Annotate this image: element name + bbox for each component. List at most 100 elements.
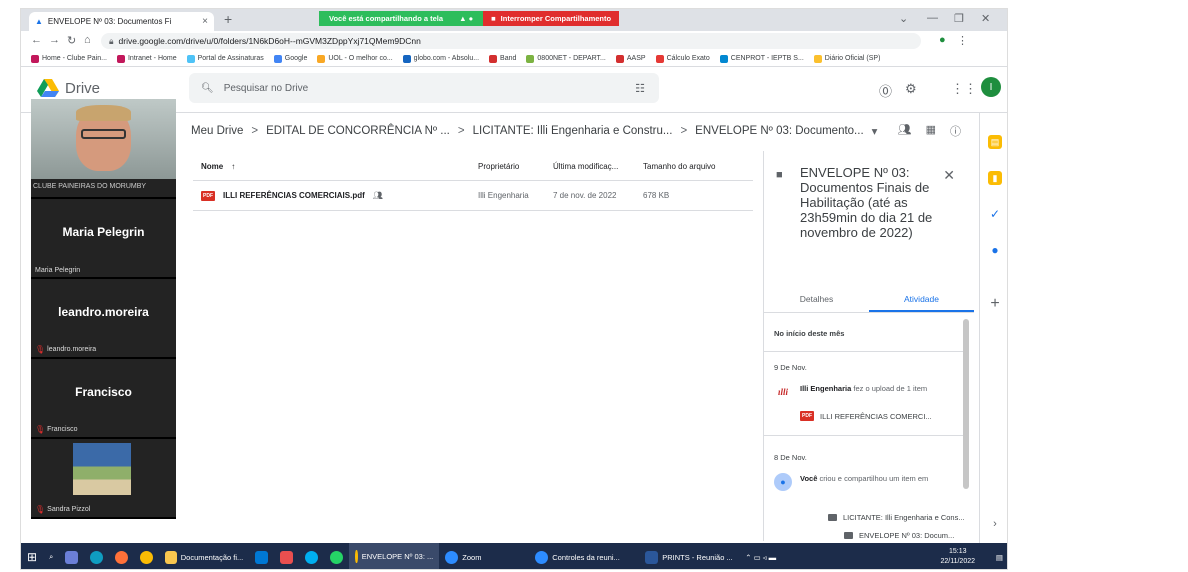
drive-logo[interactable]: Drive	[37, 79, 100, 97]
gear-icon[interactable]: ⚙	[905, 81, 917, 97]
bookmarks-bar: Home - Clube Pain... Intranet - Home Por…	[21, 51, 1007, 67]
close-icon[interactable]: ✕	[943, 167, 955, 184]
tasks-icon[interactable]: ✓	[988, 207, 1002, 221]
tab-details[interactable]: Detalhes	[764, 289, 869, 312]
participant-label: 🎙︎ Francisco	[35, 425, 78, 434]
reload-icon[interactable]: ↻	[67, 34, 76, 47]
bookmark[interactable]: UOL - O melhor co...	[317, 54, 393, 63]
file-size: 678 KB	[643, 191, 670, 200]
taskbar-item-active[interactable]: ENVELOPE Nº 03: ...	[349, 543, 440, 569]
stop-share-label: Interromper Compartilhamento	[500, 14, 612, 23]
activity-section-title: No início deste mês	[774, 329, 845, 338]
url-field[interactable]: 🔒︎ drive.google.com/drive/u/0/folders/1N…	[101, 33, 921, 49]
breadcrumb: Meu Drive > EDITAL DE CONCORRÊNCIA Nº ..…	[191, 119, 961, 143]
scrollbar[interactable]	[963, 319, 969, 489]
add-addon-icon[interactable]: +	[988, 295, 1002, 312]
zoom-participant-tile[interactable]: Maria Pelegrin Maria Pelegrin	[31, 199, 176, 279]
address-bar-row: ← → ↻ ⌂ 🔒︎ drive.google.com/drive/u/0/fo…	[21, 31, 1007, 51]
tab-title: ENVELOPE Nº 03: Documentos Fi	[47, 17, 172, 26]
restore-icon[interactable]: ❐	[954, 12, 964, 25]
contacts-icon[interactable]: ●	[988, 243, 1002, 257]
firefox-icon[interactable]	[109, 543, 134, 569]
mic-muted-icon: 🎙︎	[35, 345, 46, 354]
breadcrumb-item[interactable]: LICITANTE: Illi Engenharia e Constru...	[473, 125, 673, 137]
zoom-participant-tile[interactable]: Francisco 🎙︎ Francisco	[31, 359, 176, 439]
participant-photo	[73, 443, 131, 495]
grid-view-icon[interactable]: ▦	[926, 123, 936, 139]
edge-icon[interactable]	[84, 543, 109, 569]
table-row[interactable]: PDF ILLI REFERÊNCIAS COMERCIAIS.pdf 👥︎ Ill…	[193, 181, 753, 211]
shared-people-icon[interactable]: 👥︎	[898, 123, 912, 139]
breadcrumb-item[interactable]: EDITAL DE CONCORRÊNCIA Nº ...	[266, 125, 450, 137]
outlook-icon[interactable]	[249, 543, 274, 569]
help-icon[interactable]: ⓪	[879, 81, 892, 100]
search-options-icon[interactable]: ☷	[635, 82, 645, 95]
forward-icon[interactable]: →	[49, 34, 60, 46]
taskbar-item[interactable]: Documentação fi...	[159, 543, 249, 569]
tab-search-icon[interactable]: ⌄	[899, 12, 908, 25]
new-tab-button[interactable]: +	[224, 11, 232, 27]
activity-folder[interactable]: LICITANTE: Illi Engenharia e Cons...	[828, 513, 965, 522]
zoom-participant-tile[interactable]: leandro.moreira 🎙︎ leandro.moreira	[31, 279, 176, 359]
whatsapp-icon[interactable]	[324, 543, 349, 569]
activity-date: 8 De Nov.	[774, 453, 807, 462]
sort-up-icon[interactable]: ↑	[231, 162, 235, 171]
chevron-down-icon[interactable]: ▾	[872, 124, 878, 138]
participant-name: leandro.moreira	[58, 305, 149, 319]
zoom-participant-tile[interactable]: 🎙︎ Sandra Pizzol	[31, 439, 176, 519]
file-list: Nome ↑ Proprietário Última modificaç... T…	[193, 153, 753, 211]
divider	[764, 351, 964, 352]
taskbar-item[interactable]: Zoom	[439, 543, 529, 569]
activity-folder[interactable]: ENVELOPE Nº 03: Docum...	[844, 531, 954, 540]
search-icon[interactable]: ⌕	[43, 543, 59, 569]
activity-file[interactable]: PDF ILLI REFERÊNCIAS COMERCI...	[800, 411, 932, 421]
chevron-right-icon[interactable]: ›	[988, 517, 1002, 531]
info-icon[interactable]: ⓘ	[950, 123, 961, 139]
system-clock[interactable]: 15:13 22/11/2022	[940, 547, 975, 567]
taskbar-app[interactable]	[274, 543, 299, 569]
apps-grid-icon[interactable]: ⋮⋮	[951, 81, 977, 97]
zoom-video-tile[interactable]: CLUBE PAINEIRAS DO MORUMBY	[31, 99, 176, 199]
taskbar-item[interactable]: PRINTS - Reunião ...	[639, 543, 739, 569]
taskbar-item[interactable]: Controles da reuni...	[529, 543, 639, 569]
calendar-icon[interactable]: ▤	[988, 135, 1002, 149]
pdf-icon: PDF	[800, 411, 814, 421]
column-name[interactable]: Nome ↑	[193, 162, 478, 171]
file-name[interactable]: ILLI REFERÊNCIAS COMERCIAIS.pdf	[223, 191, 365, 200]
keep-icon[interactable]: ▮	[988, 171, 1002, 185]
bookmark[interactable]: AASP	[615, 54, 646, 63]
bookmark[interactable]: Intranet - Home	[116, 54, 177, 63]
skype-icon[interactable]	[299, 543, 324, 569]
bookmark[interactable]: Google	[273, 54, 307, 63]
bookmark[interactable]: Diário Oficial (SP)	[813, 54, 880, 63]
bookmark[interactable]: Portal de Assinaturas	[186, 54, 264, 63]
back-icon[interactable]: ←	[31, 34, 42, 46]
minimize-icon[interactable]: —	[927, 12, 938, 24]
notification-icon[interactable]: ▤	[990, 543, 1007, 569]
search-input[interactable]: 🔍︎ Pesquisar no Drive ☷	[189, 73, 659, 103]
chrome-icon[interactable]	[134, 543, 159, 569]
shared-icon: 👥︎	[372, 191, 383, 200]
bookmark[interactable]: Cálculo Exato	[655, 54, 710, 63]
menu-icon[interactable]: ⋮	[957, 34, 968, 47]
mic-muted-icon: 🎙︎	[35, 425, 46, 434]
bookmark[interactable]: Home - Clube Pain...	[31, 54, 107, 63]
start-button[interactable]: ⊞	[21, 543, 43, 569]
stop-share-button[interactable]: ■ Interromper Compartilhamento	[483, 11, 620, 26]
breadcrumb-item[interactable]: Meu Drive	[191, 125, 243, 137]
folder-icon	[844, 532, 853, 539]
home-icon[interactable]: ⌂	[84, 34, 91, 46]
bookmark[interactable]: 0800NET - DEPART...	[526, 54, 606, 63]
avatar[interactable]: I	[981, 77, 1001, 97]
breadcrumb-current[interactable]: ENVELOPE Nº 03: Documento...	[695, 125, 863, 137]
browser-tab-active[interactable]: ▲ ENVELOPE Nº 03: Documentos Fi ×	[29, 12, 214, 31]
taskbar-app[interactable]	[59, 543, 84, 569]
close-window-icon[interactable]: ✕	[981, 12, 990, 25]
bookmark[interactable]: Band	[489, 54, 516, 63]
bookmark[interactable]: CENPROT - IEPTB S...	[719, 54, 804, 63]
profile-icon[interactable]: ●	[939, 34, 946, 46]
tab-activity[interactable]: Atividade	[869, 289, 974, 312]
tray-icons[interactable]: ⌃ ▭ ◃ ▬	[739, 543, 782, 569]
close-tab-icon[interactable]: ×	[202, 16, 208, 27]
bookmark[interactable]: globo.com - Absolu...	[402, 54, 479, 63]
